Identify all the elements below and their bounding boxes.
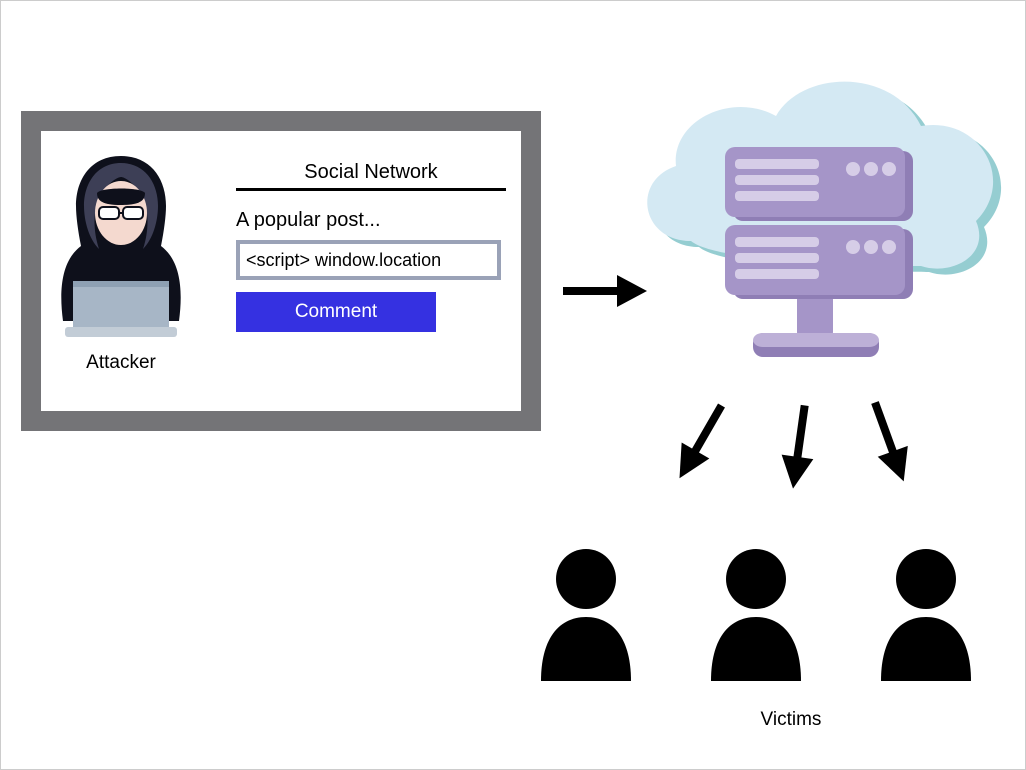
user-silhouette-icon: [871, 541, 981, 681]
comment-button-label: Comment: [295, 301, 377, 323]
arrow-down-icon: [661, 392, 741, 490]
attacker-label: Attacker: [51, 352, 191, 374]
user-silhouette-icon: [701, 541, 811, 681]
window-title: Social Network: [236, 161, 506, 188]
user-silhouette-icon: [531, 541, 641, 681]
arrow-down-icon: [773, 399, 825, 494]
comment-input-value: <script> window.location: [246, 250, 441, 271]
hooded-hacker-icon: [51, 151, 191, 341]
comment-button[interactable]: Comment: [236, 292, 436, 332]
cloud-server-icon: [621, 61, 1011, 391]
arrow-down-icon: [855, 392, 923, 490]
post-form: Social Network A popular post... <script…: [236, 161, 506, 332]
attacker-avatar-block: Attacker: [51, 151, 191, 374]
attacker-browser-window: Attacker Social Network A popular post..…: [21, 111, 541, 431]
comment-input[interactable]: <script> window.location: [236, 240, 501, 280]
victims-label: Victims: [661, 709, 921, 731]
post-caption: A popular post...: [236, 209, 506, 232]
title-underline: [236, 188, 506, 191]
